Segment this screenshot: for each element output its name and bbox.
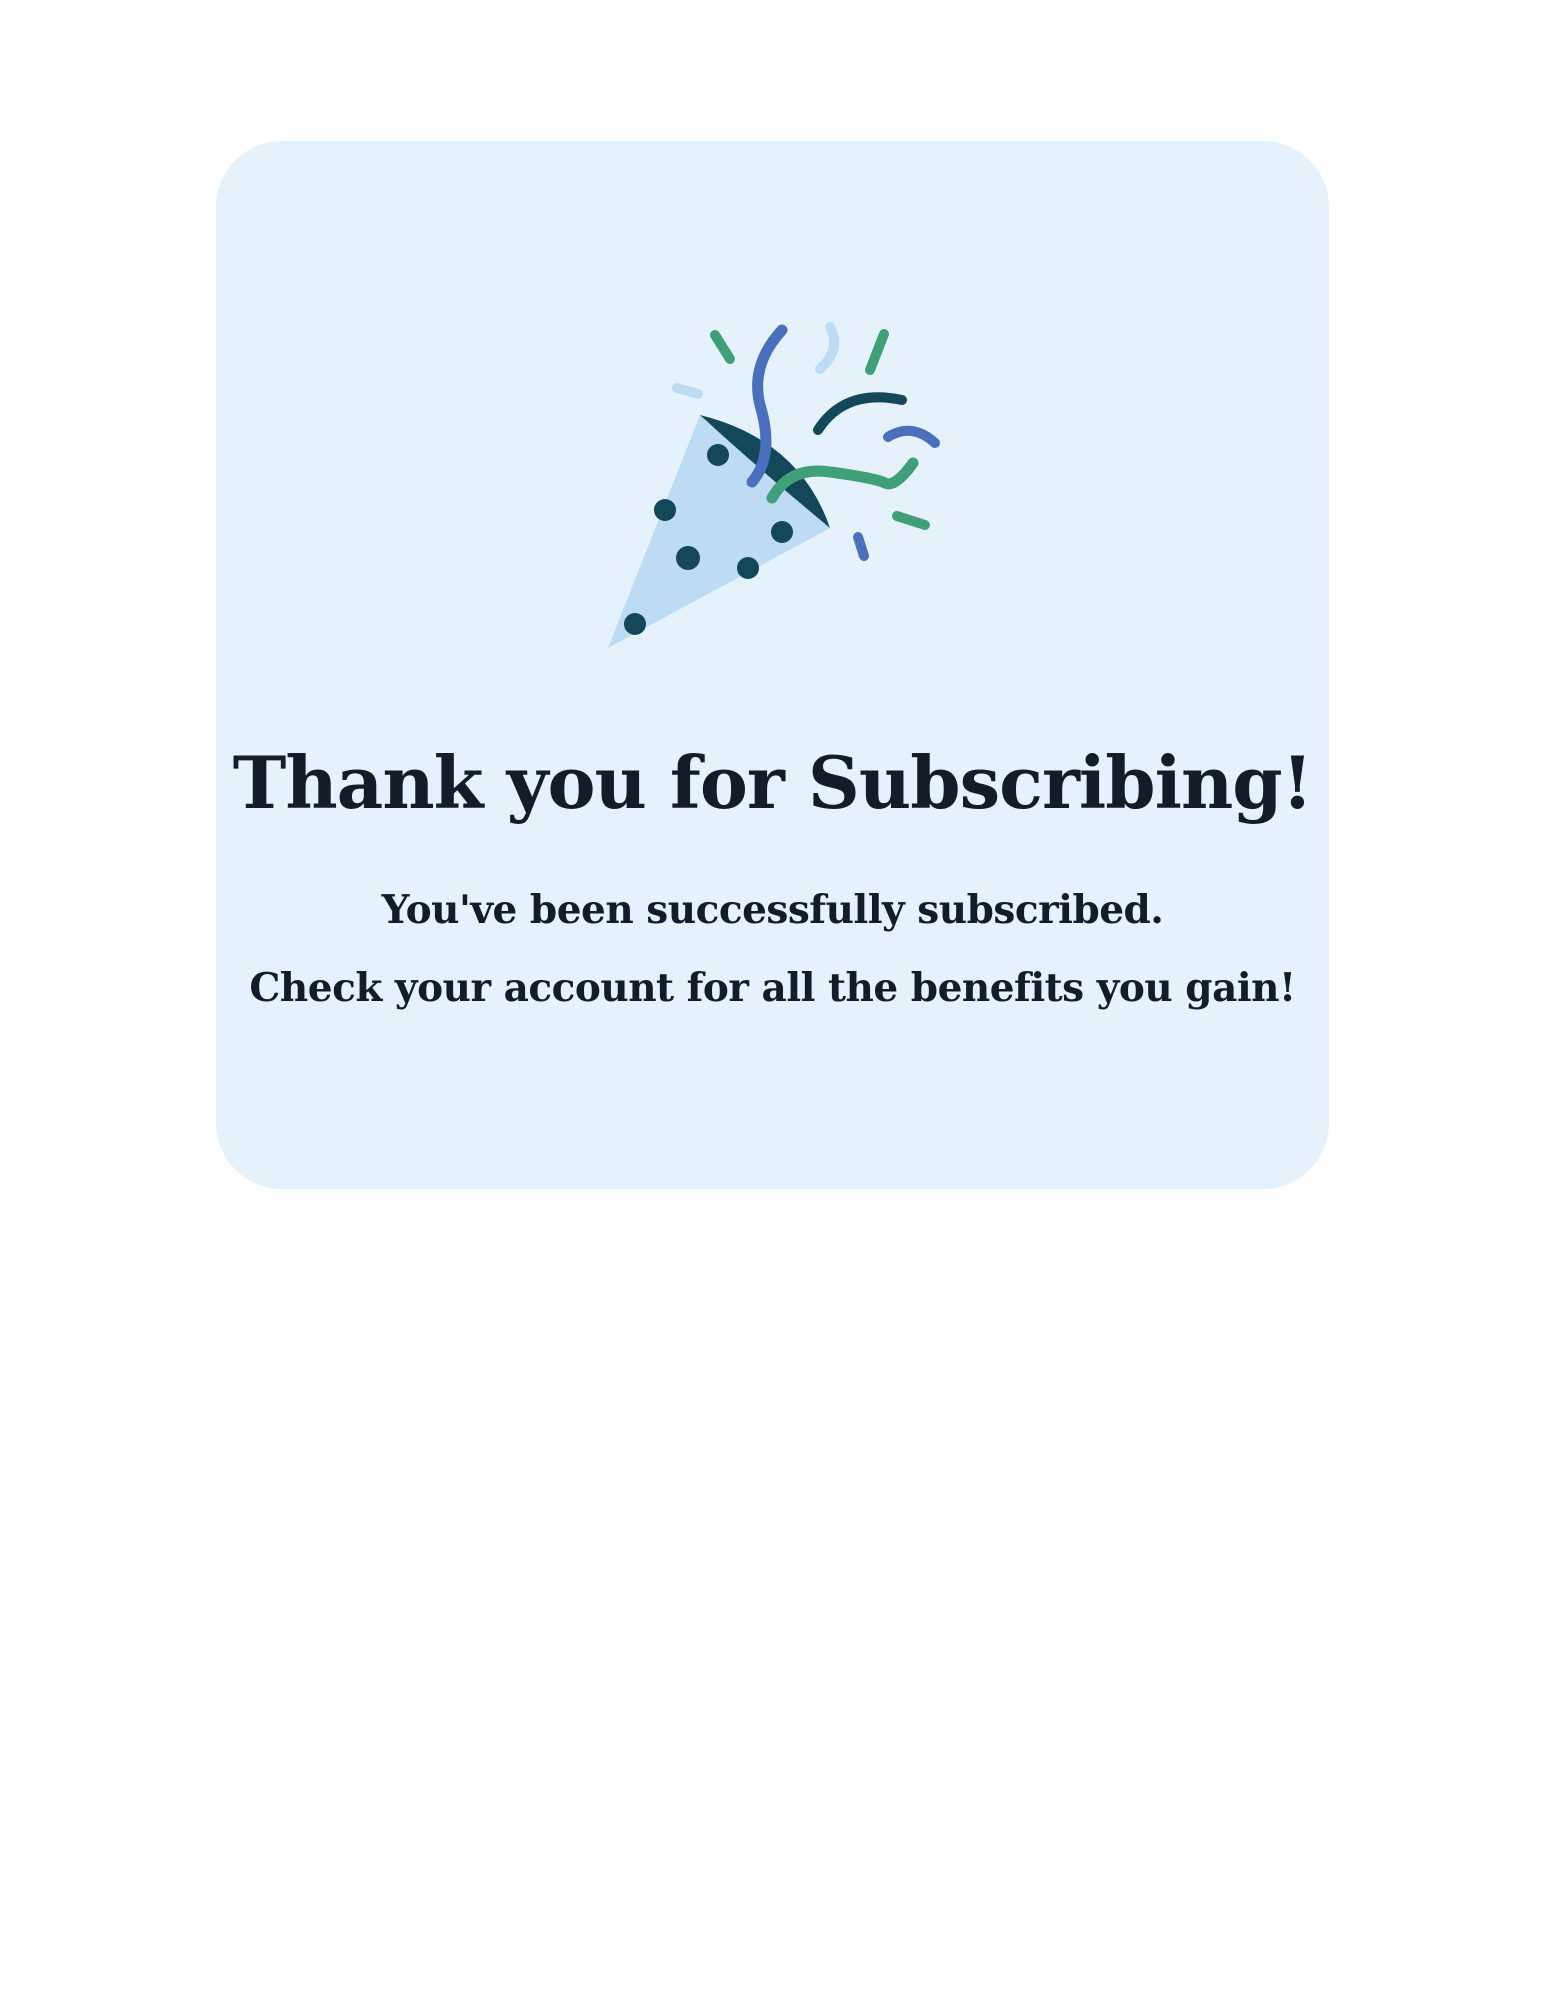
page-title: Thank you for Subscribing! <box>232 740 1314 825</box>
benefits-message: Check your account for all the benefits … <box>249 965 1296 1011</box>
success-message: You've been successfully subscribed. <box>381 887 1164 933</box>
confirmation-card <box>216 141 1329 1189</box>
